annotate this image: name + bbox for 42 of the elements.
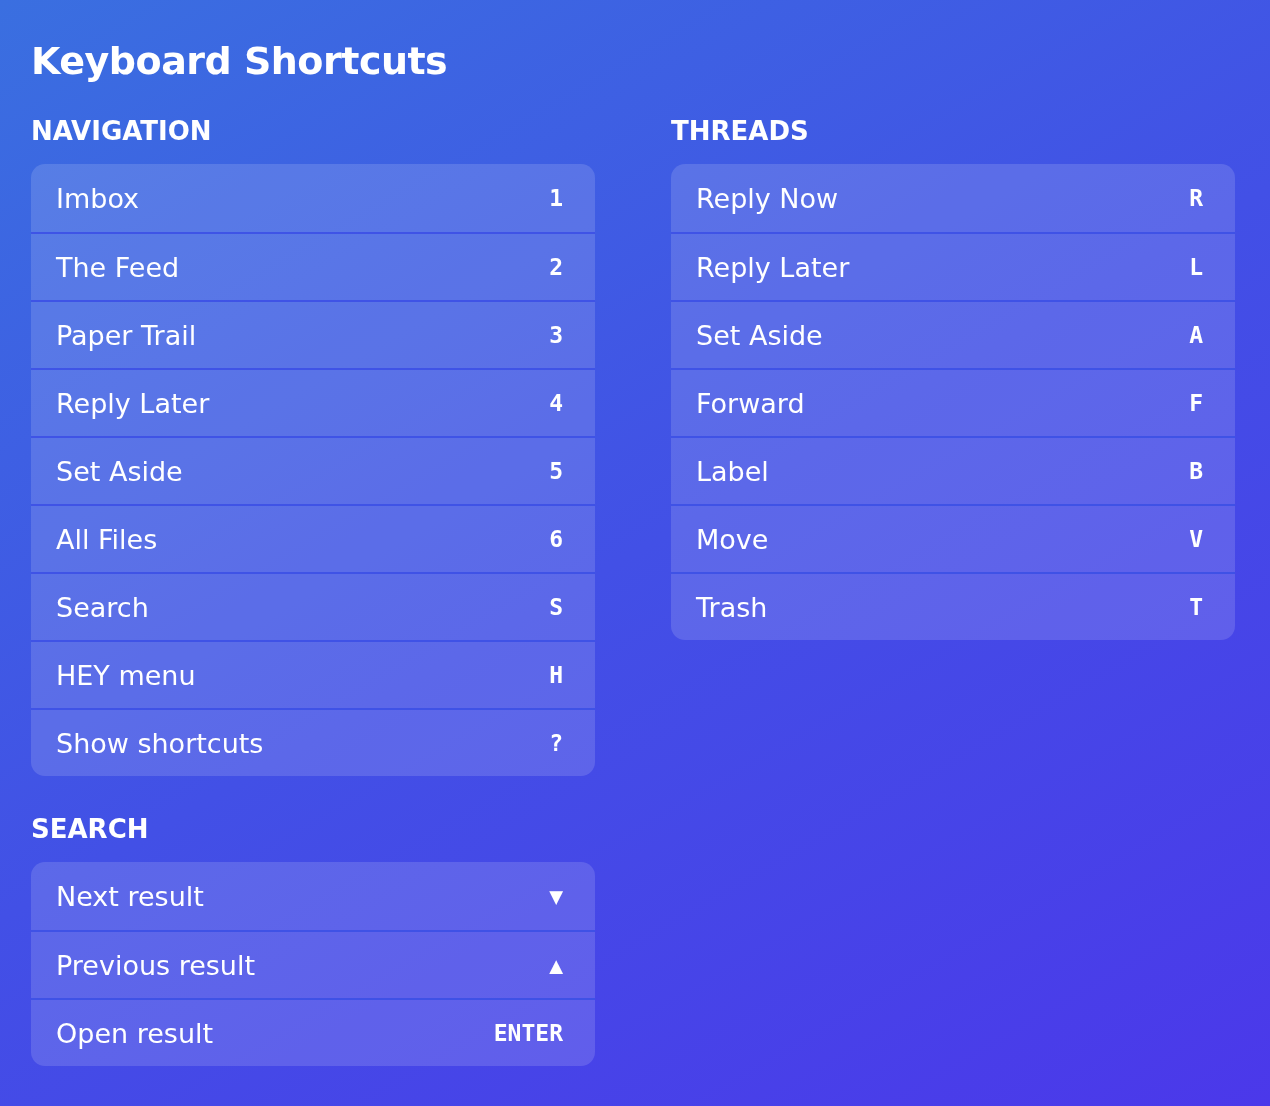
section-heading: NAVIGATION: [31, 115, 213, 148]
shortcut-key: A: [1189, 322, 1203, 348]
shortcut-key: F: [1189, 390, 1203, 416]
shortcut-label: Set Aside: [56, 455, 183, 487]
shortcut-label: The Feed: [56, 251, 180, 283]
dialog-title: Keyboard Shortcuts: [31, 38, 449, 84]
shortcut-key: 5: [549, 458, 563, 484]
shortcut-key: V: [1189, 526, 1203, 552]
shortcut-label: Label: [696, 455, 769, 487]
shortcut-label: Search: [56, 591, 149, 623]
shortcut-key: 2: [549, 254, 563, 280]
shortcut-key: R: [1189, 185, 1203, 211]
shortcut-key: ▲: [549, 952, 563, 978]
shortcut-key: H: [549, 662, 563, 688]
shortcut-key: T: [1189, 594, 1203, 620]
shortcut-label: Move: [696, 523, 769, 555]
shortcut-label: Forward: [696, 387, 805, 419]
shortcut-key: L: [1189, 254, 1203, 280]
shortcut-label: Reply Now: [696, 182, 839, 214]
shortcut-key: ▼: [549, 883, 563, 909]
section-heading: THREADS: [671, 115, 810, 148]
shortcut-key: 3: [549, 322, 563, 348]
shortcut-label: HEY menu: [56, 659, 196, 691]
shortcut-label: Show shortcuts: [56, 727, 264, 759]
shortcut-key: B: [1189, 458, 1203, 484]
shortcut-key: ?: [549, 730, 563, 756]
shortcut-label: Paper Trail: [56, 319, 197, 351]
section-heading: SEARCH: [31, 813, 150, 846]
shortcut-label: Previous result: [56, 949, 256, 981]
shortcut-label: Trash: [696, 591, 768, 623]
shortcut-label: Reply Later: [696, 251, 850, 283]
shortcut-label: Imbox: [56, 182, 140, 214]
shortcut-key: S: [549, 594, 563, 620]
shortcut-label: Open result: [56, 1017, 214, 1049]
shortcut-label: Reply Later: [56, 387, 210, 419]
shortcut-key: 6: [549, 526, 563, 552]
shortcut-key: ENTER: [493, 1020, 563, 1046]
shortcut-label: Next result: [56, 880, 204, 912]
shortcut-label: Set Aside: [696, 319, 823, 351]
shortcut-label: All Files: [56, 523, 158, 555]
shortcut-key: 1: [549, 185, 563, 211]
shortcut-key: 4: [549, 390, 563, 416]
